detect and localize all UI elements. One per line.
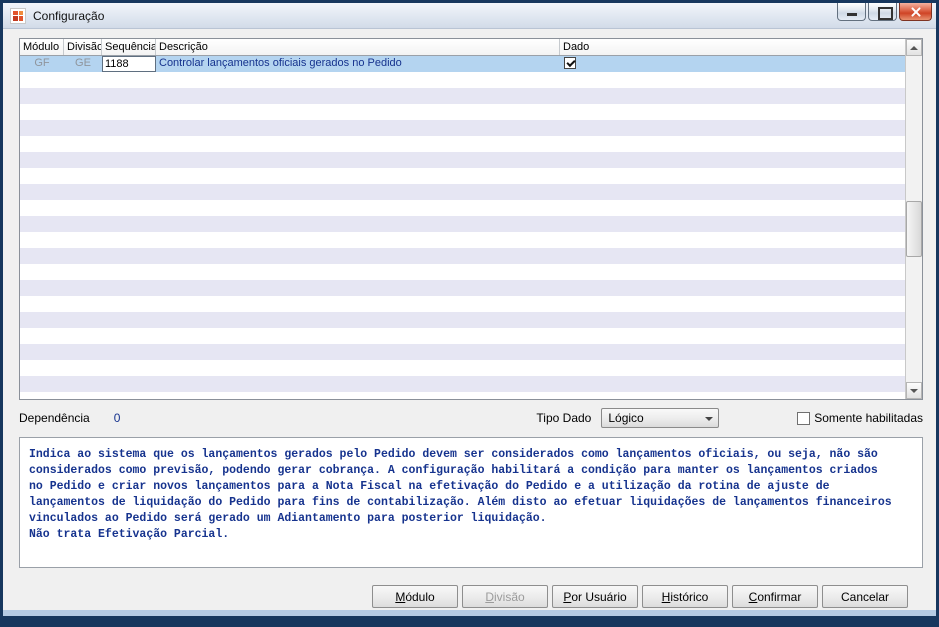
empty-row[interactable] [20,168,905,184]
bottom-strip [3,610,936,616]
empty-row[interactable] [20,72,905,88]
dado-checkbox-icon[interactable] [564,57,576,69]
empty-row[interactable] [20,136,905,152]
cell-divisao: GE [75,57,91,69]
empty-row[interactable] [20,184,905,200]
empty-row[interactable] [20,216,905,232]
somente-habilitadas-checkbox[interactable]: Somente habilitadas [797,411,923,425]
scroll-up-icon[interactable] [906,39,922,56]
vertical-scrollbar[interactable] [905,39,922,399]
column-header[interactable]: Descrição [156,39,560,55]
empty-row[interactable] [20,360,905,376]
tipo-dado-label: Tipo Dado [536,411,592,425]
empty-row[interactable] [20,120,905,136]
description-text: Indica ao sistema que os lançamentos ger… [29,448,892,541]
cell-modulo: GF [34,57,50,69]
column-header[interactable]: Sequência [102,39,156,55]
somente-habilitadas-label: Somente habilitadas [814,411,923,425]
fields-row: Dependência 0 Tipo Dado Lógico Somente h… [19,406,923,430]
window-controls [837,3,932,21]
empty-row[interactable] [20,88,905,104]
scroll-down-icon[interactable] [906,382,922,399]
empty-row[interactable] [20,376,905,392]
empty-row[interactable] [20,280,905,296]
empty-row[interactable] [20,264,905,280]
dependencia-value: 0 [113,411,121,425]
empty-row[interactable] [20,104,905,120]
titlebar[interactable]: Configuração [3,3,936,29]
grid-rows-empty [20,72,905,399]
empty-row[interactable] [20,296,905,312]
por-usuario-button[interactable]: Por Usuário [552,585,638,608]
app-icon [10,7,26,24]
close-icon[interactable] [899,3,932,21]
table-row-selected[interactable]: GF GE 1188 Controlar lançamentos oficiai… [20,56,905,72]
window-title: Configuração [33,8,105,23]
config-grid: Módulo Divisão Sequência Descrição Dado GF G… [19,38,923,400]
cell-sequencia: 1188 [102,56,156,72]
chevron-down-icon [705,417,714,425]
cancelar-button[interactable]: Cancelar [822,585,908,608]
grid-main: Módulo Divisão Sequência Descrição Dado GF G… [20,39,905,399]
column-header[interactable]: Dado [560,39,905,55]
description-box: Indica ao sistema que os lançamentos ger… [19,437,923,568]
confirmar-button[interactable]: Confirmar [732,585,818,608]
cell-descricao: Controlar lançamentos oficiais gerados n… [159,57,402,69]
column-header[interactable]: Divisão [64,39,102,55]
tipo-dado-select[interactable]: Lógico [601,408,720,428]
maximize-icon[interactable] [868,3,897,21]
scrollbar-thumb[interactable] [906,201,922,257]
divisao-button[interactable]: Divisão [462,585,548,608]
modulo-button[interactable]: Módulo [372,585,458,608]
minimize-icon[interactable] [837,3,866,21]
empty-row[interactable] [20,152,905,168]
historico-button[interactable]: Histórico [642,585,728,608]
empty-row[interactable] [20,248,905,264]
empty-row[interactable] [20,312,905,328]
sequencia-input[interactable]: 1188 [102,56,156,72]
empty-row[interactable] [20,232,905,248]
grid-header: Módulo Divisão Sequência Descrição Dado [20,39,905,56]
cell-dado [560,56,905,72]
empty-row[interactable] [20,344,905,360]
checkbox-icon [797,411,811,425]
tipo-dado-value: Lógico [608,411,644,425]
empty-row[interactable] [20,328,905,344]
buttons-row: Módulo Divisão Por Usuário Histórico Confirm… [19,585,908,608]
dependencia-label: Dependência [19,411,90,425]
empty-row[interactable] [20,200,905,216]
empty-row[interactable] [20,392,905,399]
scrollbar-track[interactable] [906,56,922,382]
column-header[interactable]: Módulo [20,39,64,55]
grid-body: GF GE 1188 Controlar lançamentos oficiai… [20,56,905,399]
configuration-window: Configuração Módulo Divisão Sequência Descr… [0,0,939,627]
